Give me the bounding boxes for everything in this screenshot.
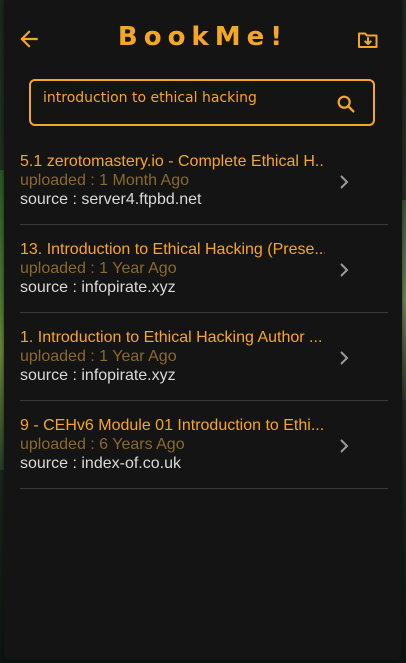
result-title: 1. Introduction to Ethical Hacking Autho…: [20, 329, 323, 346]
chevron-right-icon: [340, 439, 349, 453]
result-source: source : index-of.co.uk: [20, 455, 181, 472]
result-item[interactable]: 9 - CEHv6 Module 01 Introduction to Ethi…: [20, 402, 388, 489]
folder-download-icon: [358, 32, 378, 48]
chevron-right-icon: [340, 351, 349, 365]
chevron-right-icon: [340, 175, 349, 189]
result-source: source : server4.ftpbd.net: [20, 191, 202, 208]
result-uploaded: uploaded : 1 Year Ago: [20, 260, 177, 277]
search-input[interactable]: [43, 77, 323, 120]
result-uploaded: uploaded : 1 Month Ago: [20, 172, 190, 189]
result-source: source : infopirate.xyz: [20, 279, 176, 296]
result-uploaded: uploaded : 6 Years Ago: [20, 436, 185, 453]
result-item[interactable]: 13. Introduction to Ethical Hacking (Pre…: [20, 226, 388, 313]
app-window: BookMe! 5.1 zerotomastery.io - Complete …: [4, 0, 402, 660]
result-title: 9 - CEHv6 Module 01 Introduction to Ethi…: [20, 417, 325, 434]
result-uploaded: uploaded : 1 Year Ago: [20, 348, 177, 365]
search-icon: [337, 95, 355, 113]
downloads-folder-button[interactable]: [356, 28, 380, 52]
result-source: source : infopirate.xyz: [20, 367, 176, 384]
result-item[interactable]: 1. Introduction to Ethical Hacking Autho…: [20, 314, 388, 401]
app-title: BookMe!: [117, 22, 289, 52]
result-title: 13. Introduction to Ethical Hacking (Pre…: [20, 241, 325, 258]
search-box: [29, 77, 375, 126]
wallpaper-edge-right: [402, 200, 406, 400]
app-header: BookMe!: [4, 0, 402, 80]
search-button[interactable]: [335, 93, 357, 115]
result-item[interactable]: 5.1 zerotomastery.io - Complete Ethical …: [20, 138, 388, 225]
result-title: 5.1 zerotomastery.io - Complete Ethical …: [20, 153, 325, 170]
results-list: 5.1 zerotomastery.io - Complete Ethical …: [20, 138, 388, 489]
chevron-right-icon: [340, 263, 349, 277]
